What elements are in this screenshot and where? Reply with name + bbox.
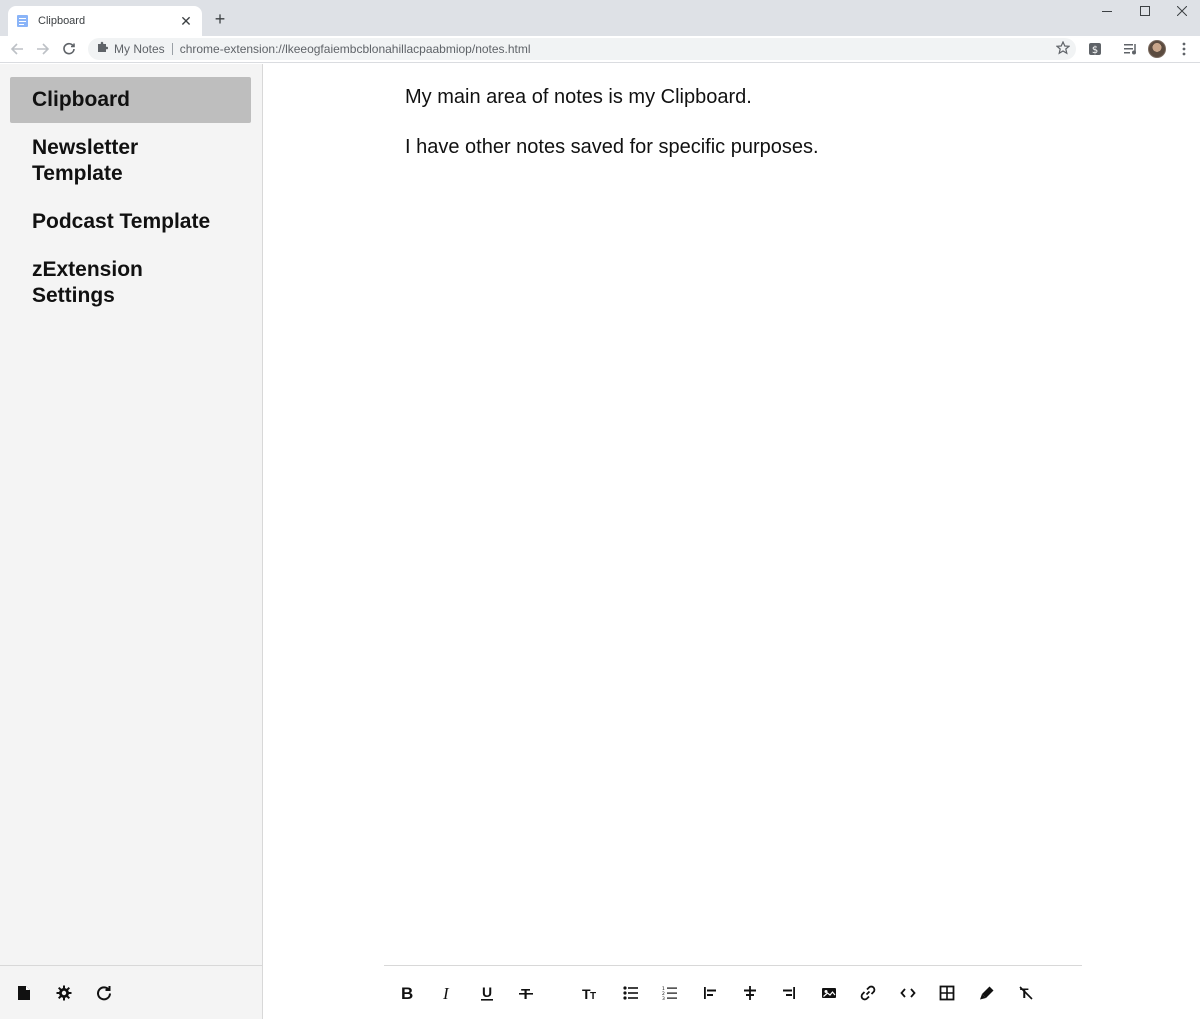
formatting-toolbar: B I U T TT 123 T: [384, 965, 1082, 1019]
extension-puzzle-icon: [96, 40, 109, 58]
extension-icon[interactable]: $: [1084, 38, 1106, 60]
link-icon[interactable]: [857, 982, 879, 1004]
align-center-icon[interactable]: [739, 982, 761, 1004]
image-icon[interactable]: [818, 982, 840, 1004]
clear-format-icon[interactable]: T: [1015, 982, 1037, 1004]
note-item-zextension-settings[interactable]: zExtension Settings: [10, 247, 190, 319]
note-list: Clipboard Newsletter Template Podcast Te…: [10, 77, 251, 321]
tab-title: Clipboard: [38, 15, 86, 27]
media-controls-icon[interactable]: [1120, 38, 1142, 60]
bulleted-list-icon[interactable]: [620, 982, 642, 1004]
profile-avatar[interactable]: [1146, 38, 1168, 60]
close-tab-icon[interactable]: ✕: [178, 13, 194, 29]
browser-tabstrip: Clipboard ✕ +: [0, 0, 1200, 36]
omnibox-divider: [171, 43, 173, 55]
notes-sidebar: Clipboard Newsletter Template Podcast Te…: [0, 64, 263, 1019]
browser-tab[interactable]: Clipboard ✕: [8, 6, 202, 36]
forward-icon[interactable]: [32, 38, 54, 60]
new-tab-icon[interactable]: +: [209, 8, 231, 30]
browser-menu-icon[interactable]: [1173, 38, 1195, 60]
svg-text:U: U: [482, 985, 492, 1000]
italic-icon[interactable]: I: [436, 982, 458, 1004]
maximize-icon[interactable]: [1126, 0, 1164, 22]
avatar-image: [1148, 40, 1166, 58]
window-close-icon[interactable]: [1163, 0, 1200, 22]
note-item-podcast-template[interactable]: Podcast Template: [10, 199, 251, 245]
sidebar-footer: [0, 965, 262, 1019]
bookmark-star-icon[interactable]: [1055, 40, 1071, 60]
table-icon[interactable]: [936, 982, 958, 1004]
settings-gear-icon[interactable]: [54, 983, 74, 1003]
editor-paragraph[interactable]: My main area of notes is my Clipboard.: [405, 84, 1085, 110]
align-right-icon[interactable]: [778, 982, 800, 1004]
underline-icon[interactable]: U: [476, 982, 498, 1004]
editor-paragraph[interactable]: I have other notes saved for specific pu…: [405, 134, 1085, 160]
text-size-icon[interactable]: TT: [580, 982, 602, 1004]
note-editor[interactable]: My main area of notes is my Clipboard. I…: [263, 64, 1200, 1019]
minimize-icon[interactable]: [1088, 0, 1126, 22]
url-text[interactable]: chrome-extension://lkeeogfaiembcblonahil…: [180, 42, 531, 56]
bold-icon[interactable]: B: [396, 982, 418, 1004]
browser-toolbar: My Notes chrome-extension://lkeeogfaiemb…: [0, 36, 1200, 63]
code-icon[interactable]: [897, 982, 919, 1004]
new-note-icon[interactable]: [14, 983, 34, 1003]
strikethrough-icon[interactable]: T: [515, 982, 537, 1004]
note-item-newsletter-template[interactable]: Newsletter Template: [10, 125, 190, 197]
address-bar[interactable]: My Notes chrome-extension://lkeeogfaiemb…: [88, 38, 1076, 60]
note-item-clipboard[interactable]: Clipboard: [10, 77, 251, 123]
svg-text:B: B: [401, 985, 413, 1001]
site-name: My Notes: [114, 42, 165, 56]
svg-text:3: 3: [662, 996, 665, 1000]
svg-text:I: I: [442, 985, 450, 1001]
svg-text:T: T: [590, 991, 596, 1001]
reload-icon[interactable]: [58, 38, 80, 60]
align-left-icon[interactable]: [699, 982, 721, 1004]
editor-content[interactable]: My main area of notes is my Clipboard. I…: [405, 84, 1085, 184]
refresh-icon[interactable]: [94, 983, 114, 1003]
highlight-icon[interactable]: [976, 982, 998, 1004]
notes-favicon-icon: [16, 14, 30, 28]
svg-text:$: $: [1092, 45, 1098, 56]
back-icon[interactable]: [6, 38, 28, 60]
numbered-list-icon[interactable]: 123: [659, 982, 681, 1004]
